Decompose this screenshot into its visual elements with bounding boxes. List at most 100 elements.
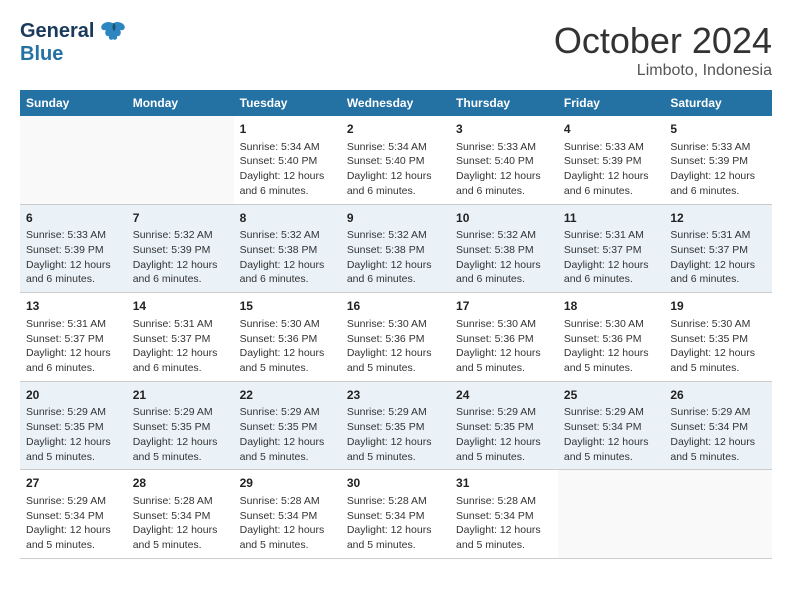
table-row: 17Sunrise: 5:30 AMSunset: 5:36 PMDayligh… (450, 293, 558, 382)
table-row: 9Sunrise: 5:32 AMSunset: 5:38 PMDaylight… (341, 204, 450, 293)
table-row: 11Sunrise: 5:31 AMSunset: 5:37 PMDayligh… (558, 204, 664, 293)
day-info: Sunrise: 5:28 AMSunset: 5:34 PMDaylight:… (240, 494, 335, 553)
day-info: Sunrise: 5:32 AMSunset: 5:39 PMDaylight:… (133, 228, 228, 287)
logo: General Blue (20, 20, 128, 65)
day-number: 3 (456, 121, 552, 138)
day-info: Sunrise: 5:33 AMSunset: 5:40 PMDaylight:… (456, 140, 552, 199)
day-number: 21 (133, 387, 228, 404)
day-number: 9 (347, 210, 444, 227)
day-info: Sunrise: 5:30 AMSunset: 5:36 PMDaylight:… (347, 317, 444, 376)
day-number: 18 (564, 298, 658, 315)
table-row: 18 Sunrise: 5:30 AMSunset: 5:36 PMDayligh… (558, 293, 664, 382)
day-info: Sunrise: 5:29 AMSunset: 5:34 PMDaylight:… (26, 494, 121, 553)
header-friday: Friday (558, 90, 664, 116)
day-info: Sunrise: 5:33 AMSunset: 5:39 PMDaylight:… (26, 228, 121, 287)
table-row: 16 Sunrise: 5:30 AMSunset: 5:36 PMDayligh… (341, 293, 450, 382)
table-row: 23Sunrise: 5:29 AMSunset: 5:35 PMDayligh… (341, 381, 450, 470)
table-row: 21Sunrise: 5:29 AMSunset: 5:35 PMDayligh… (127, 381, 234, 470)
day-number: 5 (670, 121, 766, 138)
calendar-header-row: Sunday Monday Tuesday Wednesday Thursday… (20, 90, 772, 116)
day-info: Sunrise: 5:31 AMSunset: 5:37 PMDaylight:… (26, 317, 121, 376)
day-number: 12 (670, 210, 766, 227)
day-number: 4 (564, 121, 658, 138)
day-number: 30 (347, 475, 444, 492)
table-row: 28 Sunrise: 5:28 AMSunset: 5:34 PMDayligh… (127, 470, 234, 559)
day-info: Sunrise: 5:28 AMSunset: 5:34 PMDaylight:… (347, 494, 444, 553)
table-row: 25Sunrise: 5:29 AMSunset: 5:34 PMDayligh… (558, 381, 664, 470)
table-row: 26Sunrise: 5:29 AMSunset: 5:34 PMDayligh… (664, 381, 772, 470)
table-row: 1 Sunrise: 5:34 AMSunset: 5:40 PMDaylight… (234, 116, 341, 204)
day-info: Sunrise: 5:32 AMSunset: 5:38 PMDaylight:… (456, 228, 552, 287)
table-row (20, 116, 127, 204)
day-number: 23 (347, 387, 444, 404)
table-row (664, 470, 772, 559)
table-row: 27 Sunrise: 5:29 AMSunset: 5:34 PMDayligh… (20, 470, 127, 559)
day-number: 29 (240, 475, 335, 492)
day-number: 11 (564, 210, 658, 227)
day-number: 28 (133, 475, 228, 492)
day-number: 20 (26, 387, 121, 404)
table-row: 10Sunrise: 5:32 AMSunset: 5:38 PMDayligh… (450, 204, 558, 293)
day-info: Sunrise: 5:31 AMSunset: 5:37 PMDaylight:… (133, 317, 228, 376)
day-info: Sunrise: 5:32 AMSunset: 5:38 PMDaylight:… (240, 228, 335, 287)
table-row: 3 Sunrise: 5:33 AMSunset: 5:40 PMDaylight… (450, 116, 558, 204)
day-number: 19 (670, 298, 766, 315)
day-info: Sunrise: 5:30 AMSunset: 5:36 PMDaylight:… (456, 317, 552, 376)
logo-line2: Blue (20, 43, 128, 65)
day-number: 8 (240, 210, 335, 227)
table-row (558, 470, 664, 559)
day-info: Sunrise: 5:32 AMSunset: 5:38 PMDaylight:… (347, 228, 444, 287)
calendar-week-row: 1 Sunrise: 5:34 AMSunset: 5:40 PMDaylight… (20, 116, 772, 204)
location: Limboto, Indonesia (554, 62, 772, 80)
day-info: Sunrise: 5:29 AMSunset: 5:35 PMDaylight:… (456, 405, 552, 464)
day-info: Sunrise: 5:30 AMSunset: 5:36 PMDaylight:… (240, 317, 335, 376)
table-row: 8Sunrise: 5:32 AMSunset: 5:38 PMDaylight… (234, 204, 341, 293)
day-info: Sunrise: 5:34 AMSunset: 5:40 PMDaylight:… (347, 140, 444, 199)
day-number: 26 (670, 387, 766, 404)
day-info: Sunrise: 5:28 AMSunset: 5:34 PMDaylight:… (133, 494, 228, 553)
calendar-week-row: 20Sunrise: 5:29 AMSunset: 5:35 PMDayligh… (20, 381, 772, 470)
table-row: 29 Sunrise: 5:28 AMSunset: 5:34 PMDayligh… (234, 470, 341, 559)
table-row: 7Sunrise: 5:32 AMSunset: 5:39 PMDaylight… (127, 204, 234, 293)
day-number: 24 (456, 387, 552, 404)
day-info: Sunrise: 5:29 AMSunset: 5:35 PMDaylight:… (240, 405, 335, 464)
header-saturday: Saturday (664, 90, 772, 116)
page-header: General Blue October 2024 Limboto, Indon… (20, 20, 772, 80)
day-info: Sunrise: 5:28 AMSunset: 5:34 PMDaylight:… (456, 494, 552, 553)
table-row: 31 Sunrise: 5:28 AMSunset: 5:34 PMDayligh… (450, 470, 558, 559)
table-row: 13Sunrise: 5:31 AMSunset: 5:37 PMDayligh… (20, 293, 127, 382)
title-block: October 2024 Limboto, Indonesia (554, 20, 772, 80)
day-number: 22 (240, 387, 335, 404)
day-info: Sunrise: 5:29 AMSunset: 5:34 PMDaylight:… (670, 405, 766, 464)
table-row: 6Sunrise: 5:33 AMSunset: 5:39 PMDaylight… (20, 204, 127, 293)
day-number: 31 (456, 475, 552, 492)
day-number: 27 (26, 475, 121, 492)
day-info: Sunrise: 5:31 AMSunset: 5:37 PMDaylight:… (670, 228, 766, 287)
day-info: Sunrise: 5:29 AMSunset: 5:35 PMDaylight:… (26, 405, 121, 464)
day-number: 25 (564, 387, 658, 404)
table-row: 14 Sunrise: 5:31 AMSunset: 5:37 PMDayligh… (127, 293, 234, 382)
day-number: 6 (26, 210, 121, 227)
table-row: 24Sunrise: 5:29 AMSunset: 5:35 PMDayligh… (450, 381, 558, 470)
day-number: 2 (347, 121, 444, 138)
day-number: 7 (133, 210, 228, 227)
header-monday: Monday (127, 90, 234, 116)
day-info: Sunrise: 5:29 AMSunset: 5:34 PMDaylight:… (564, 405, 658, 464)
table-row: 22Sunrise: 5:29 AMSunset: 5:35 PMDayligh… (234, 381, 341, 470)
header-thursday: Thursday (450, 90, 558, 116)
logo-line1: General (20, 20, 128, 43)
day-number: 1 (240, 121, 335, 138)
calendar-week-row: 6Sunrise: 5:33 AMSunset: 5:39 PMDaylight… (20, 204, 772, 293)
calendar-week-row: 13Sunrise: 5:31 AMSunset: 5:37 PMDayligh… (20, 293, 772, 382)
day-info: Sunrise: 5:34 AMSunset: 5:40 PMDaylight:… (240, 140, 335, 199)
table-row: 30 Sunrise: 5:28 AMSunset: 5:34 PMDayligh… (341, 470, 450, 559)
table-row (127, 116, 234, 204)
day-info: Sunrise: 5:33 AMSunset: 5:39 PMDaylight:… (564, 140, 658, 199)
day-number: 16 (347, 298, 444, 315)
table-row: 2 Sunrise: 5:34 AMSunset: 5:40 PMDaylight… (341, 116, 450, 204)
day-number: 15 (240, 298, 335, 315)
header-sunday: Sunday (20, 90, 127, 116)
day-number: 10 (456, 210, 552, 227)
day-info: Sunrise: 5:30 AMSunset: 5:36 PMDaylight:… (564, 317, 658, 376)
day-number: 14 (133, 298, 228, 315)
